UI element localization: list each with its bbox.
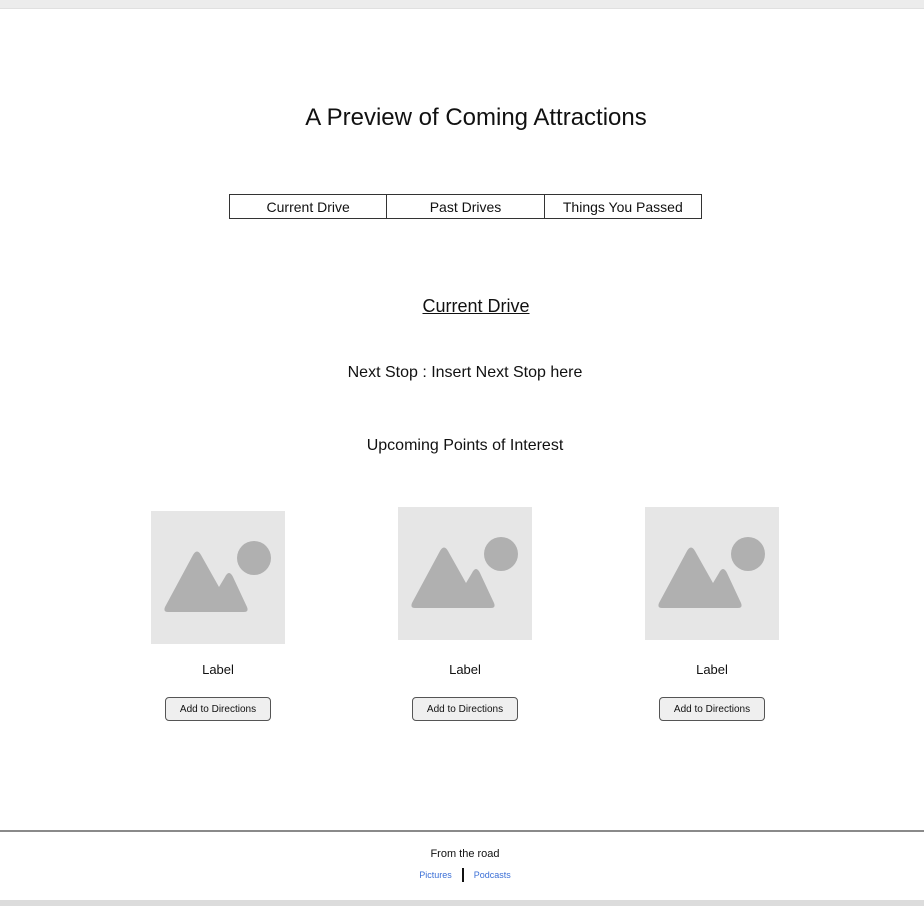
- footer-title: From the road: [430, 848, 500, 860]
- tab-past-drives[interactable]: Past Drives: [386, 195, 543, 218]
- section-heading: Current Drive: [422, 296, 530, 316]
- add-to-directions-button[interactable]: Add to Directions: [165, 697, 271, 721]
- tab-current-drive[interactable]: Current Drive: [230, 195, 386, 218]
- poi-label: Label: [696, 662, 728, 677]
- poi-card: Label Add to Directions: [385, 507, 545, 721]
- poi-card: Label Add to Directions: [138, 511, 298, 721]
- tab-bar: Current Drive Past Drives Things You Pas…: [229, 194, 702, 219]
- footer-divider: [0, 830, 924, 832]
- add-to-directions-button[interactable]: Add to Directions: [659, 697, 765, 721]
- upcoming-heading: Upcoming Points of Interest: [366, 437, 564, 454]
- poi-label: Label: [202, 662, 234, 677]
- poi-card: Label Add to Directions: [632, 507, 792, 721]
- page: A Preview of Coming Attractions Current …: [0, 0, 924, 906]
- image-placeholder-icon: [151, 511, 285, 644]
- page-title: A Preview of Coming Attractions: [305, 104, 647, 131]
- footer-separator: [461, 868, 464, 882]
- browser-bottom-strip: [0, 900, 924, 906]
- footer-links: Pictures Podcasts: [0, 868, 924, 882]
- image-placeholder-icon: [398, 507, 532, 640]
- footer-link-pictures[interactable]: Pictures: [419, 870, 452, 880]
- next-stop-text: Next Stop : Insert Next Stop here: [347, 364, 583, 381]
- footer-link-podcasts[interactable]: Podcasts: [474, 870, 511, 880]
- browser-top-strip: [0, 0, 924, 9]
- poi-label: Label: [449, 662, 481, 677]
- image-placeholder-icon: [645, 507, 779, 640]
- tab-things-you-passed[interactable]: Things You Passed: [543, 195, 701, 218]
- add-to-directions-button[interactable]: Add to Directions: [412, 697, 518, 721]
